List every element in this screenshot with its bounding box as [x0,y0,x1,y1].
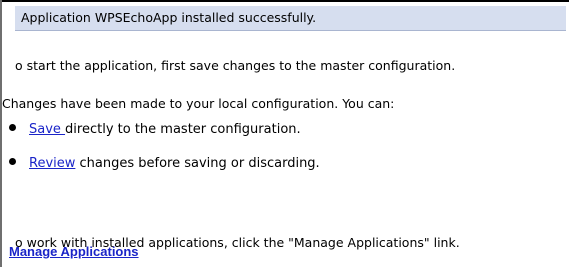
manage-applications-link[interactable]: Manage Applications [9,244,139,260]
start-application-instruction: o start the application, first save chan… [15,58,456,73]
save-option-item: Save directly to the master configuratio… [9,121,301,139]
save-option-text: directly to the master configuration. [65,122,301,137]
success-message-bar: Application WPSEchoApp installed success… [15,6,566,31]
review-option-text: changes before saving or discarding. [75,156,320,171]
review-link[interactable]: Review [29,156,75,171]
bullet-icon [9,158,16,165]
frame-left-border [0,0,2,267]
install-result-page: Application WPSEchoApp installed success… [0,0,569,267]
frame-top-border [0,0,569,2]
save-link[interactable]: Save [29,122,65,137]
review-option-item: Review changes before saving or discardi… [9,155,320,173]
success-message-text: Application WPSEchoApp installed success… [21,10,317,25]
bullet-icon [9,124,16,131]
local-changes-notice: Changes have been made to your local con… [2,96,395,111]
